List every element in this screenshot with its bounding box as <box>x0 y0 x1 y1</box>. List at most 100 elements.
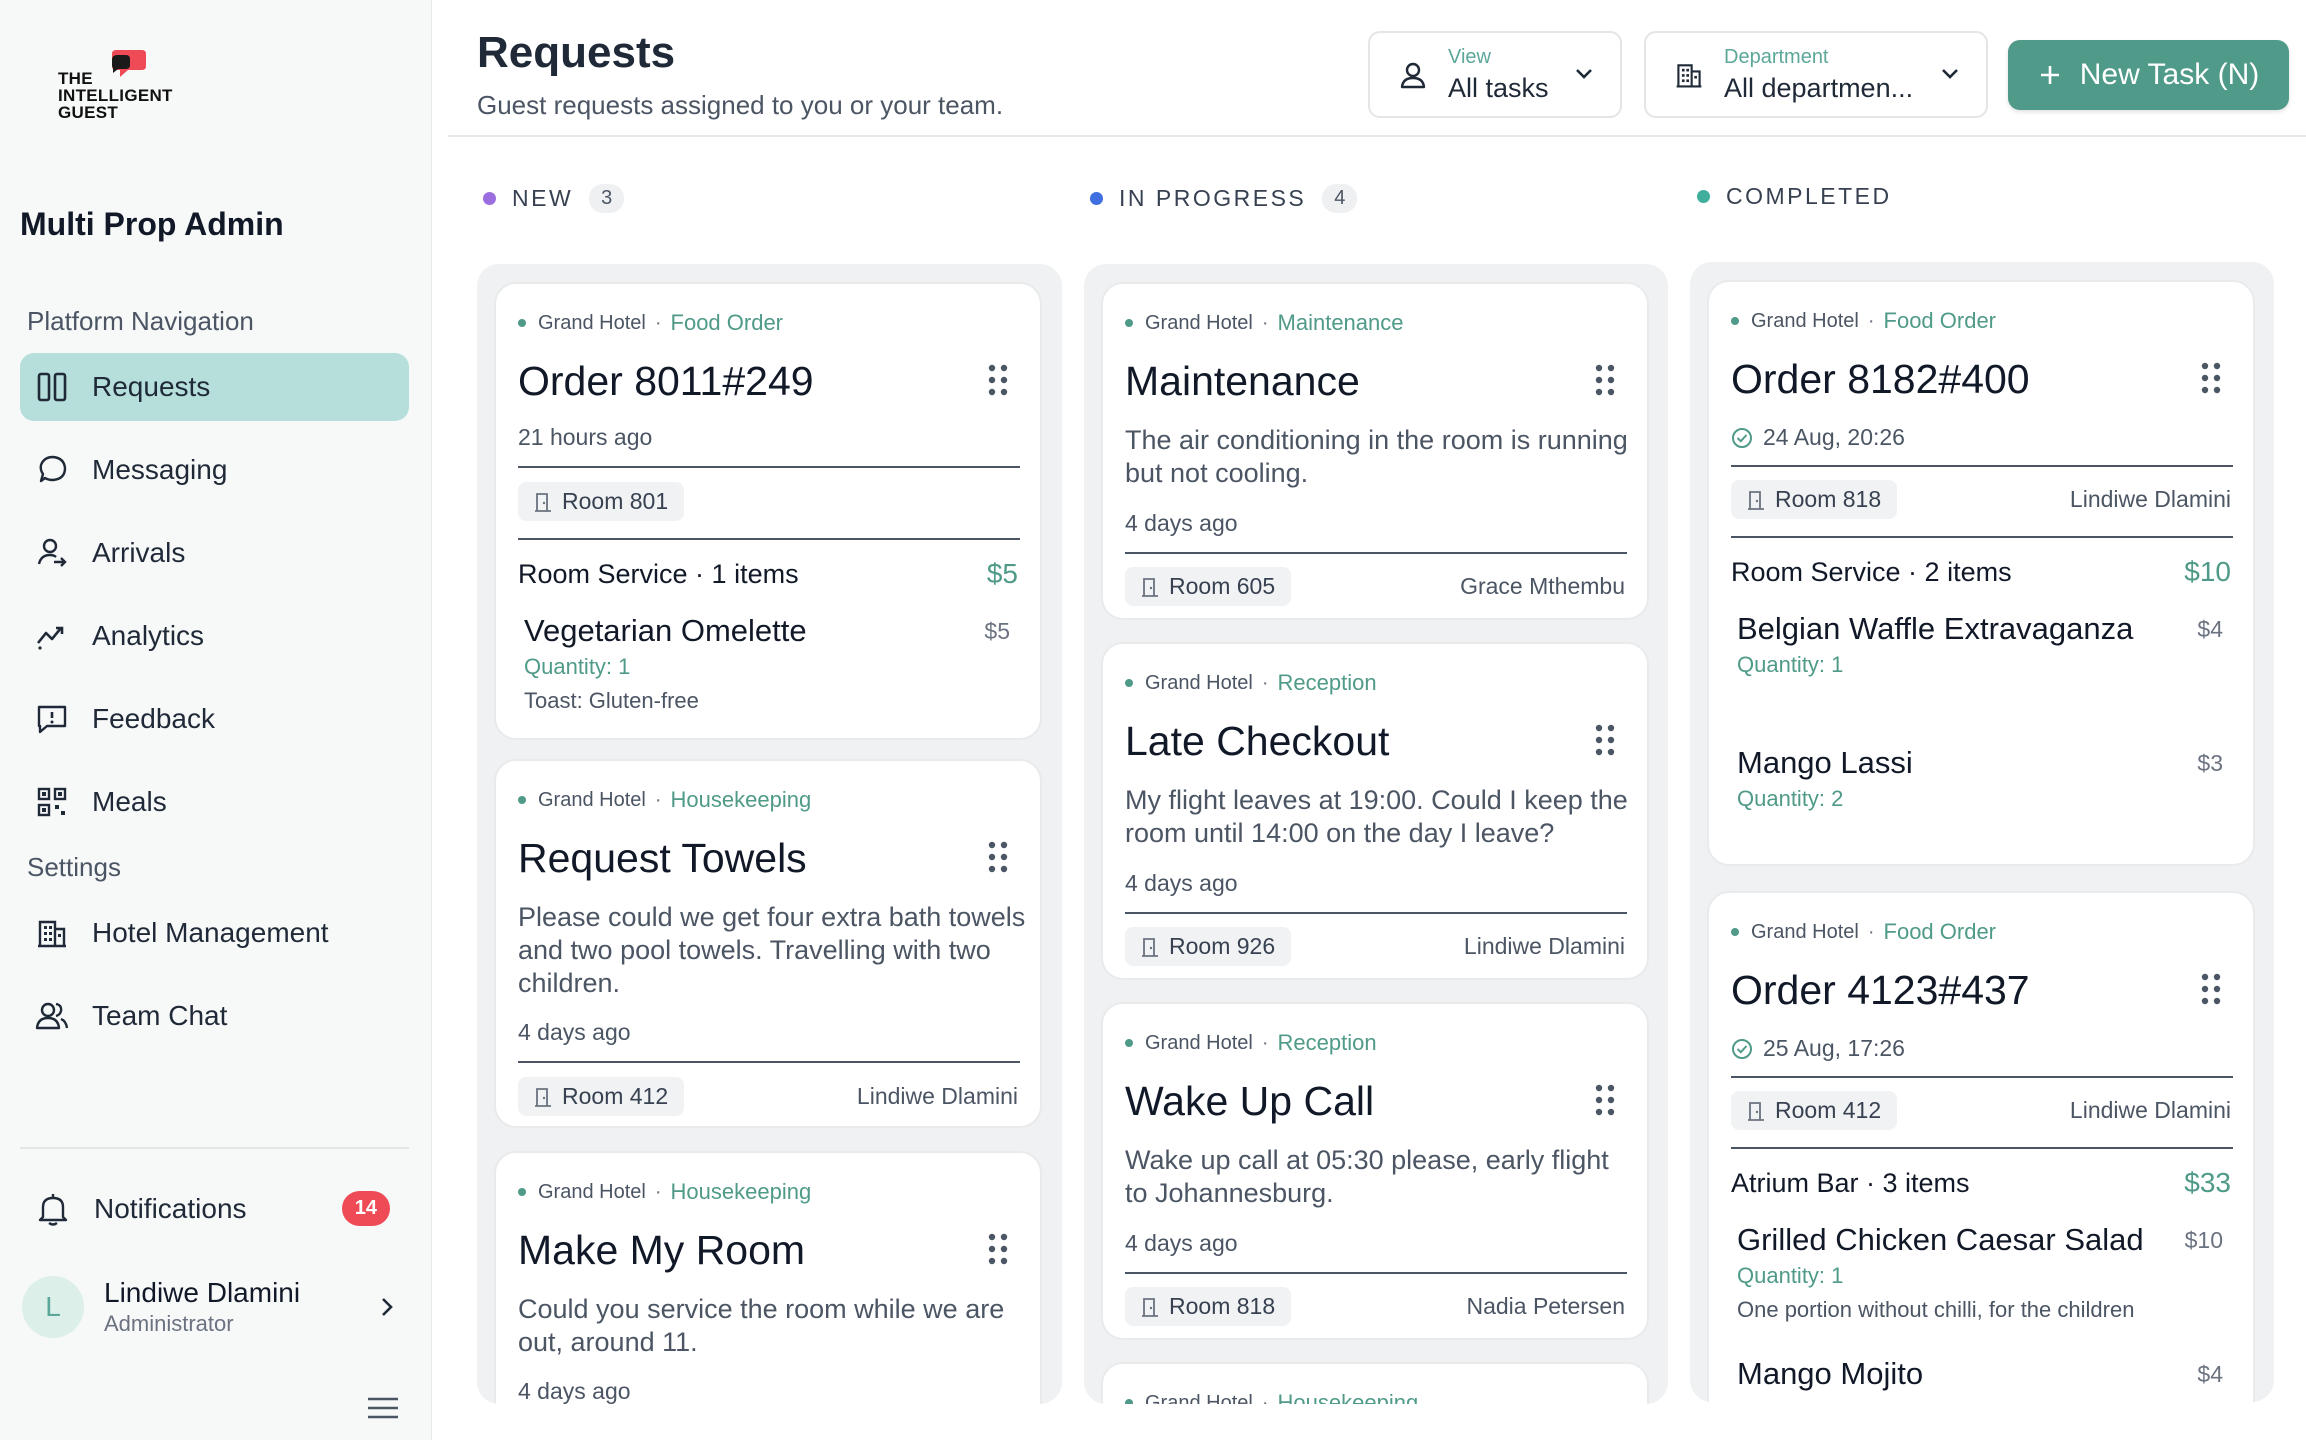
task-card[interactable]: Grand Hotel · Housekeeping Request Towels … <box>494 759 1042 1128</box>
status-dot <box>1090 192 1103 205</box>
drag-handle-icon[interactable] <box>2201 362 2221 394</box>
item-price: $4 <box>2197 1361 2223 1387</box>
card-divider <box>1731 465 2233 467</box>
room-chip: Room 818 <box>1125 1287 1292 1326</box>
item-quantity: Quantity: 1 <box>1737 1263 1844 1288</box>
hotel-dot <box>518 319 526 327</box>
order-total: $5 <box>986 558 1018 589</box>
drag-handle-icon[interactable] <box>2201 973 2221 1005</box>
logo-text-intelligent: INTELLIGENT <box>58 86 173 105</box>
room-chip: Room 412 <box>518 1077 685 1116</box>
service-summary: Room Service · 1 items <box>518 559 799 589</box>
drag-handle-icon[interactable] <box>1595 724 1615 756</box>
view-select-value: All tasks <box>1448 72 1549 103</box>
hotel-name: Grand Hotel <box>1751 309 1859 332</box>
room-number: Room 412 <box>1775 1097 1882 1123</box>
notifications-button[interactable]: Notifications 14 <box>36 1178 396 1240</box>
drag-handle-icon[interactable] <box>988 1233 1008 1265</box>
column-count-badge: 4 <box>1322 184 1358 213</box>
sidebar-item-label: Hotel Management <box>92 917 329 948</box>
card-meta: Grand Hotel · Reception <box>1125 670 1377 696</box>
drag-handle-icon[interactable] <box>988 841 1008 873</box>
drag-handle-icon[interactable] <box>1595 1084 1615 1116</box>
hotel-dot <box>1125 679 1133 687</box>
columns-icon <box>34 369 70 405</box>
hotel-name: Grand Hotel <box>538 311 646 334</box>
sidebar-item-messaging[interactable]: Messaging <box>20 436 409 504</box>
drag-handle-icon[interactable] <box>988 364 1008 396</box>
menu-icon[interactable] <box>366 1396 400 1420</box>
category-label: Maintenance <box>1277 310 1404 335</box>
sidebar-item-analytics[interactable]: Analytics <box>20 602 409 670</box>
feedback-icon <box>34 701 70 737</box>
card-meta: Grand Hotel · Food Order <box>518 310 783 336</box>
card-description: My flight leaves at 19:00. Could I keep … <box>1125 785 1628 848</box>
sidebar-item-label: Feedback <box>92 703 215 734</box>
sidebar-item-requests[interactable]: Requests <box>20 353 409 421</box>
chat-bubble-icon <box>34 452 70 488</box>
task-card[interactable]: Grand Hotel · Reception Late Checkout My f… <box>1101 642 1649 980</box>
hotel-name: Grand Hotel <box>1751 920 1859 943</box>
building-icon <box>1674 60 1704 90</box>
new-task-button[interactable]: New Task (N) <box>2008 40 2289 110</box>
sidebar-item-label: Team Chat <box>92 1000 228 1031</box>
card-divider <box>1731 536 2233 538</box>
check-circle-icon <box>1731 1038 1753 1060</box>
brand-logo[interactable]: THE INTELLIGENT GUEST <box>58 46 208 126</box>
service-summary: Atrium Bar · 3 items <box>1731 1168 1970 1198</box>
sidebar-item-hotel-management[interactable]: Hotel Management <box>20 899 409 967</box>
order-total: $33 <box>2184 1167 2231 1198</box>
service-summary: Room Service · 2 items <box>1731 557 2012 587</box>
card-meta: Grand Hotel · Reception <box>1125 1030 1377 1056</box>
task-card[interactable]: Grand Hotel · Reception Wake Up Call Wake … <box>1101 1002 1649 1340</box>
card-meta: Grand Hotel · Maintenance <box>1125 310 1404 336</box>
task-card[interactable]: Grand Hotel · Food Order Order 8011#249 21… <box>494 282 1042 740</box>
logo-text-guest: GUEST <box>58 103 119 122</box>
sidebar-item-label: Meals <box>92 786 167 817</box>
item-quantity: Quantity: 1 <box>1737 652 1844 677</box>
card-divider <box>1125 912 1627 914</box>
card-time: 21 hours ago <box>518 424 653 450</box>
task-card[interactable]: Grand Hotel · Food Order Order 4123#437 25… <box>1707 891 2255 1402</box>
assignee-name: Nadia Petersen <box>1466 1293 1625 1319</box>
qr-code-icon <box>34 784 70 820</box>
meta-separator: · <box>654 788 662 811</box>
task-card[interactable]: Grand Hotel · Food Order Order 8182#400 24… <box>1707 280 2255 866</box>
room-chip: Room 605 <box>1125 567 1292 606</box>
settings-label: Settings <box>27 852 121 882</box>
sidebar-item-arrivals[interactable]: Arrivals <box>20 519 409 587</box>
card-description: Wake up call at 05:30 please, early flig… <box>1125 1145 1609 1208</box>
sidebar: THE INTELLIGENT GUEST Multi Prop Admin P… <box>0 0 432 1440</box>
plus-icon <box>2038 63 2062 87</box>
hotel-name: Grand Hotel <box>1145 671 1253 694</box>
department-select[interactable]: Department All departmen... <box>1644 31 1988 118</box>
assignee-name: Lindiwe Dlamini <box>2069 486 2231 512</box>
view-select[interactable]: View All tasks <box>1368 31 1622 118</box>
task-card[interactable]: Grand Hotel · Housekeeping <box>1101 1362 1649 1404</box>
team-icon <box>34 998 70 1034</box>
task-card[interactable]: Grand Hotel · Maintenance Maintenance The … <box>1101 282 1649 620</box>
room-number: Room 605 <box>1169 573 1276 599</box>
sidebar-item-feedback[interactable]: Feedback <box>20 685 409 753</box>
user-profile-button[interactable]: L Lindiwe Dlamini Administrator <box>22 1273 398 1341</box>
sidebar-item-team-chat[interactable]: Team Chat <box>20 982 409 1050</box>
sidebar-item-meals[interactable]: Meals <box>20 768 409 836</box>
trend-chart-icon <box>34 618 70 654</box>
drag-handle-icon[interactable] <box>1595 364 1615 396</box>
item-price: $10 <box>2184 1227 2223 1253</box>
avatar: L <box>22 1276 84 1338</box>
card-title: Order 8011#249 <box>518 358 814 404</box>
chevron-down-icon <box>1940 67 1960 81</box>
workspace-name[interactable]: Multi Prop Admin <box>20 206 284 243</box>
card-meta: Grand Hotel · Housekeeping <box>1125 1390 1418 1404</box>
card-meta: Grand Hotel · Food Order <box>1731 919 1996 945</box>
card-title: Request Towels <box>518 835 807 881</box>
task-card[interactable]: Grand Hotel · Housekeeping Make My Room Co… <box>494 1151 1042 1404</box>
door-icon <box>1747 1101 1765 1121</box>
column-header-in-progress: IN PROGRESS 4 <box>1090 184 1358 213</box>
door-icon <box>1141 577 1159 597</box>
column-count-badge: 3 <box>589 184 625 213</box>
hotel-name: Grand Hotel <box>1145 311 1253 334</box>
card-time: 4 days ago <box>1125 870 1238 896</box>
meta-separator: · <box>1261 671 1269 694</box>
